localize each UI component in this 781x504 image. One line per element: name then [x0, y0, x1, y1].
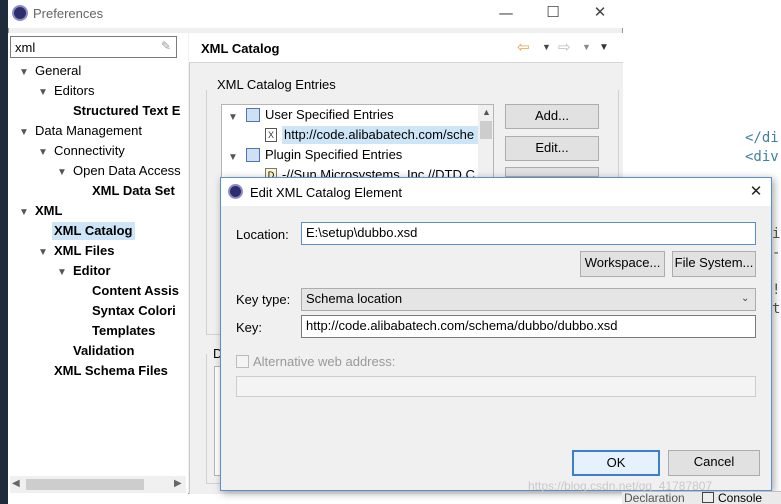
- workspace-button[interactable]: Workspace...: [580, 251, 665, 277]
- expand-arrow-icon[interactable]: ▼: [19, 207, 29, 218]
- ok-button[interactable]: OK: [572, 450, 660, 476]
- scroll-right-icon[interactable]: ▶: [174, 478, 182, 489]
- expand-arrow-icon[interactable]: ▼: [38, 87, 48, 98]
- background-strip: [0, 0, 8, 504]
- tree-item-connectivity[interactable]: Connectivity: [54, 142, 125, 160]
- maximize-button[interactable]: ☐: [538, 3, 568, 21]
- tree-item-validation[interactable]: Validation: [73, 342, 134, 360]
- code-line: </di: [745, 130, 779, 146]
- expand-arrow-icon[interactable]: ▼: [38, 147, 48, 158]
- tree-item-syntax-coloring[interactable]: Syntax Colori: [92, 302, 176, 320]
- tree-item-templates[interactable]: Templates: [92, 322, 155, 340]
- tree-item-xml-files[interactable]: XML Files: [54, 242, 114, 260]
- page-header: XML Catalog ⇦ ▼ ⇨ ▼ ▼: [189, 33, 623, 63]
- xml-file-icon: X: [265, 128, 277, 142]
- declaration-tab[interactable]: Declaration: [624, 492, 685, 504]
- dialog-title: Edit XML Catalog Element: [250, 185, 402, 200]
- dialog-titlebar: Edit XML Catalog Element ✕: [221, 178, 771, 206]
- minimize-button[interactable]: —: [491, 4, 521, 22]
- expand-arrow-icon[interactable]: ▼: [19, 67, 29, 78]
- tree-item-xml[interactable]: XML: [35, 202, 62, 220]
- code-line: <div: [745, 149, 779, 165]
- entries-group-label: XML Catalog Entries: [215, 77, 338, 92]
- scroll-thumb[interactable]: [26, 479, 144, 490]
- file-system-button[interactable]: File System...: [672, 251, 756, 277]
- alternative-address-checkbox[interactable]: [236, 355, 249, 368]
- scroll-left-icon[interactable]: ◀: [12, 478, 20, 489]
- entry-dubbo-schema[interactable]: http://code.alibabatech.com/sche: [282, 126, 480, 144]
- close-button[interactable]: ✕: [585, 3, 615, 21]
- tree-item-editor[interactable]: Editor: [73, 262, 111, 280]
- eclipse-icon: [228, 184, 243, 199]
- view-menu-icon[interactable]: ▼: [599, 42, 609, 53]
- tree-item-xml-data-set[interactable]: XML Data Set: [92, 182, 175, 200]
- cancel-button[interactable]: Cancel: [668, 450, 760, 476]
- ide-bottom-tabs: Declaration Console: [622, 491, 781, 504]
- alternative-address-input[interactable]: [236, 376, 756, 397]
- tree-item-open-data-access[interactable]: Open Data Access: [73, 162, 181, 180]
- code-line: i: [772, 226, 781, 242]
- tree-item-editors[interactable]: Editors: [54, 82, 94, 100]
- code-line: !: [772, 282, 781, 298]
- location-input[interactable]: E:\setup\dubbo.xsd: [301, 222, 756, 245]
- scroll-thumb[interactable]: [480, 121, 492, 139]
- tree-item-data-management[interactable]: Data Management: [35, 122, 142, 140]
- key-type-label: Key type:: [236, 292, 291, 307]
- console-icon: [702, 492, 714, 503]
- key-input[interactable]: http://code.alibabatech.com/schema/dubbo…: [301, 315, 756, 338]
- scroll-up-icon[interactable]: ▲: [482, 107, 491, 117]
- tree-item-xml-catalog[interactable]: XML Catalog: [52, 222, 135, 240]
- remove-button[interactable]: [505, 167, 599, 177]
- back-dropdown-icon[interactable]: ▼: [542, 42, 551, 52]
- forward-arrow-icon[interactable]: ⇨: [558, 38, 571, 56]
- alternative-address-label: Alternative web address:: [253, 354, 396, 369]
- edit-button[interactable]: Edit...: [505, 136, 599, 161]
- catalog-folder-icon: [246, 148, 260, 162]
- expand-arrow-icon[interactable]: ▼: [38, 247, 48, 258]
- expand-arrow-icon[interactable]: ▼: [228, 152, 238, 163]
- key-type-select[interactable]: Schema location: [301, 288, 756, 311]
- location-label: Location:: [236, 227, 289, 242]
- tree-nodes: ▼ General ▼ Editors Structured Text E ▼ …: [8, 0, 188, 504]
- code-line: -: [772, 245, 781, 261]
- code-line: t: [772, 301, 781, 317]
- tree-horizontal-scrollbar[interactable]: ◀ ▶: [10, 476, 186, 493]
- console-tab[interactable]: Console: [718, 492, 762, 504]
- expand-arrow-icon[interactable]: ▼: [228, 112, 238, 123]
- key-label: Key:: [236, 320, 263, 335]
- page-title: XML Catalog: [201, 41, 280, 56]
- entry-user-specified[interactable]: User Specified Entries: [265, 106, 394, 124]
- expand-arrow-icon[interactable]: ▼: [57, 267, 67, 278]
- entry-plugin-specified[interactable]: Plugin Specified Entries: [265, 146, 402, 164]
- add-button[interactable]: Add...: [505, 104, 599, 129]
- expand-arrow-icon[interactable]: ▼: [57, 167, 67, 178]
- dialog-close-button[interactable]: ✕: [741, 182, 771, 200]
- tree-item-content-assist[interactable]: Content Assis: [92, 282, 179, 300]
- tree-item-general[interactable]: General: [35, 62, 81, 80]
- back-arrow-icon[interactable]: ⇦: [517, 38, 530, 56]
- tree-item-structured-text[interactable]: Structured Text E: [73, 102, 180, 120]
- forward-dropdown-icon[interactable]: ▼: [582, 42, 591, 52]
- expand-arrow-icon[interactable]: ▼: [19, 127, 29, 138]
- tree-item-xml-schema-files[interactable]: XML Schema Files: [54, 362, 168, 380]
- chevron-down-icon[interactable]: ⌄: [741, 293, 749, 304]
- catalog-folder-icon: [246, 108, 260, 122]
